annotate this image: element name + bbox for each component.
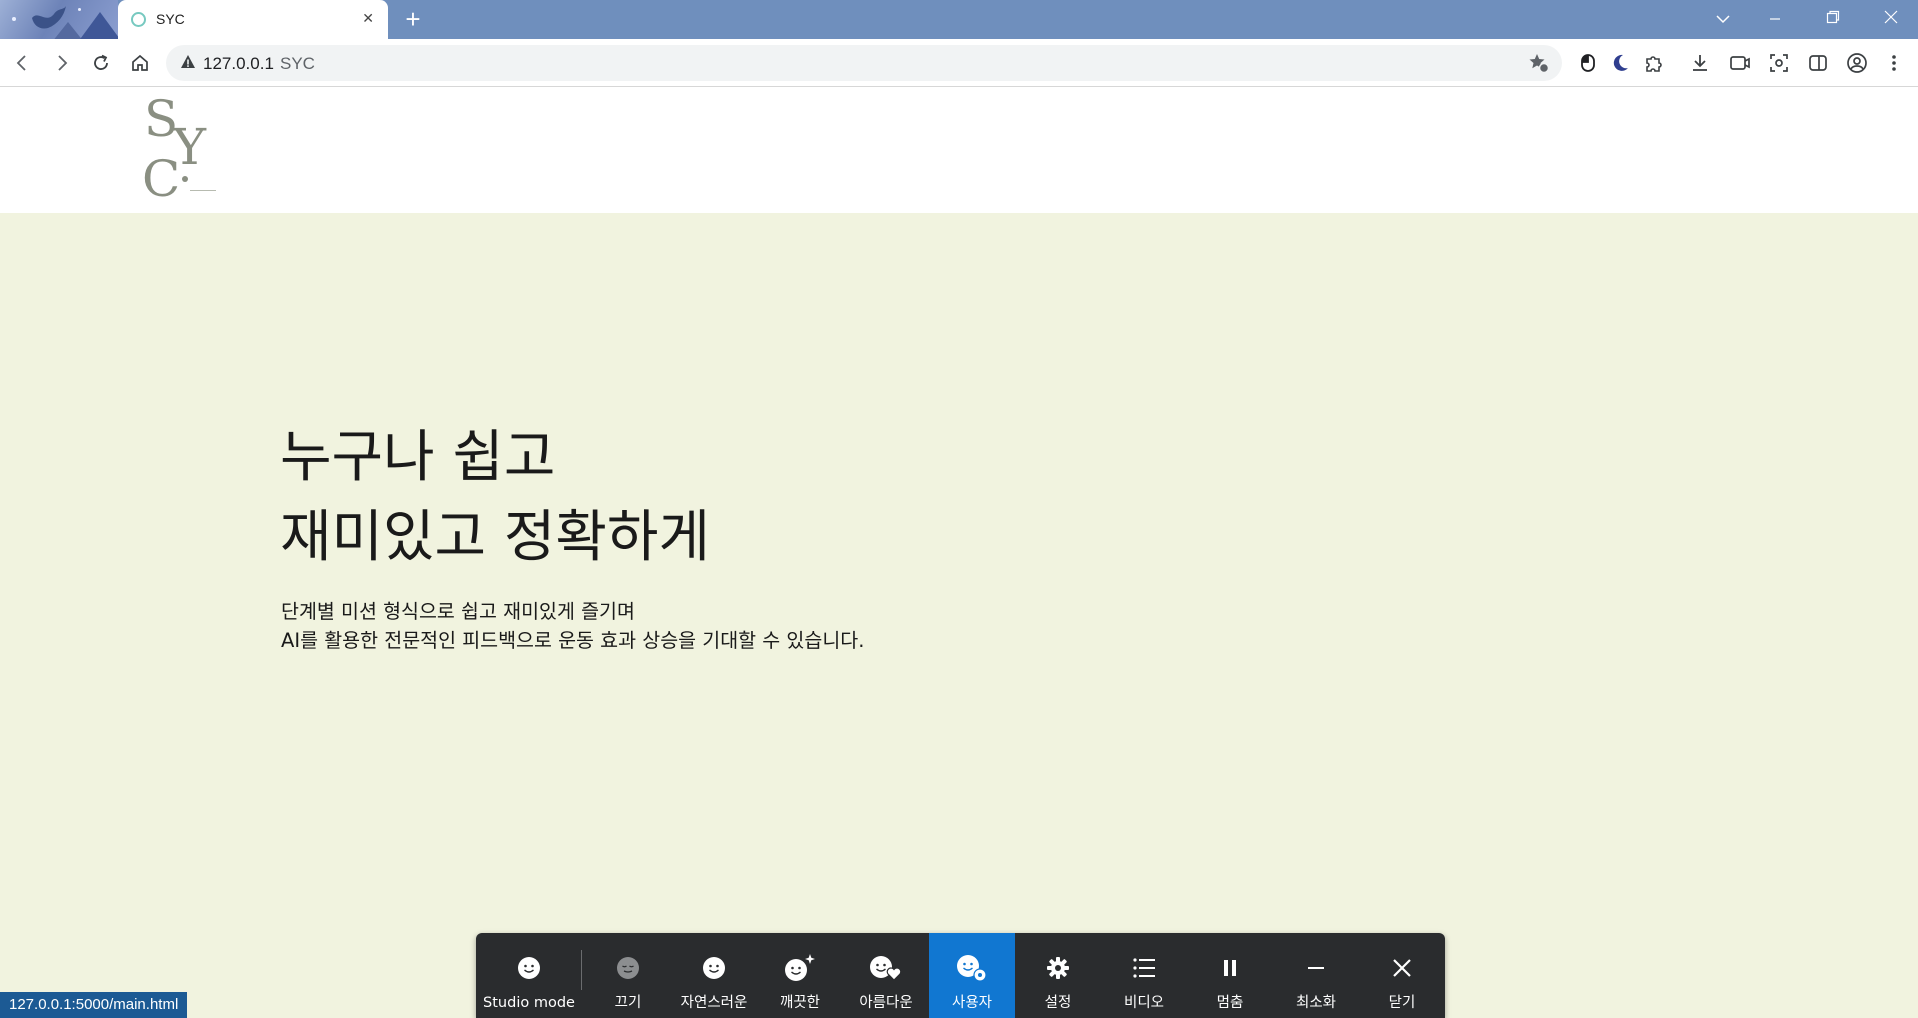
warning-icon bbox=[181, 55, 195, 68]
address-bar[interactable]: 127.0.0.1 SYC bbox=[166, 45, 1562, 81]
face-gear-icon bbox=[957, 955, 987, 982]
back-button[interactable] bbox=[6, 47, 38, 79]
tab-strip: SYC ✕ + bbox=[0, 0, 1918, 39]
side-panel-icon[interactable] bbox=[1802, 47, 1834, 79]
face-sleep-icon bbox=[617, 957, 639, 979]
close-icon bbox=[1884, 10, 1898, 24]
effect-beautiful-button[interactable]: 아름다운 bbox=[843, 933, 929, 1018]
thumbnail-star bbox=[78, 8, 81, 11]
hero-description: 단계별 미션 형식으로 쉽고 재미있게 즐기며 AI를 활용한 전문적인 피드백… bbox=[281, 597, 864, 655]
profile-icon[interactable] bbox=[1841, 47, 1873, 79]
arrow-left-icon bbox=[16, 55, 26, 71]
hero-title-line-2: 재미있고 정확하게 bbox=[280, 505, 710, 570]
window-thumbnail bbox=[0, 0, 118, 39]
cast-video-icon[interactable] bbox=[1724, 47, 1756, 79]
kebab-menu-icon[interactable] bbox=[1878, 47, 1910, 79]
minimize-icon bbox=[1770, 18, 1780, 20]
tab-title: SYC bbox=[156, 11, 185, 27]
loading-circle-icon bbox=[131, 12, 146, 27]
close-label: 닫기 bbox=[1388, 995, 1416, 1011]
link-status-bubble: 127.0.0.1:5000/main.html bbox=[0, 992, 188, 1018]
logo-rule bbox=[190, 190, 216, 191]
extension-dark-mode-icon[interactable] bbox=[1605, 47, 1637, 79]
window-close-button[interactable] bbox=[1868, 0, 1914, 39]
thumbnail-star bbox=[12, 17, 16, 21]
browser-toolbar: 127.0.0.1 SYC bbox=[0, 39, 1918, 87]
face-heart-icon bbox=[870, 956, 902, 981]
thumbnail-mountain bbox=[78, 12, 118, 39]
effect-custom-button[interactable]: 사용자 bbox=[929, 933, 1015, 1018]
reload-button[interactable] bbox=[85, 47, 117, 79]
face-smile-icon bbox=[518, 957, 540, 979]
hero-desc-line-2: AI를 활용한 전문적인 피드백으로 운동 효과 상승을 기대할 수 있습니다. bbox=[281, 629, 865, 652]
bookmark-star-icon[interactable] bbox=[1528, 52, 1550, 74]
tab-close-icon[interactable]: ✕ bbox=[362, 10, 374, 27]
home-button[interactable] bbox=[124, 47, 156, 79]
close-icon bbox=[1393, 959, 1411, 977]
toolbar-divider bbox=[581, 950, 582, 990]
arrow-right-icon bbox=[58, 55, 68, 71]
site-logo[interactable]: S Y C bbox=[140, 94, 220, 206]
screenshot-icon[interactable] bbox=[1763, 47, 1795, 79]
list-icon bbox=[1133, 958, 1155, 978]
gear-icon bbox=[1047, 957, 1069, 979]
restore-icon bbox=[1826, 10, 1840, 24]
tab-search-button[interactable] bbox=[1700, 0, 1746, 39]
hero-title-line-1: 누구나 쉽고 bbox=[280, 425, 556, 490]
logo-dot bbox=[182, 176, 188, 182]
hero-desc-line-1: 단계별 미션 형식으로 쉽고 재미있게 즐기며 bbox=[281, 600, 635, 623]
minimize-icon bbox=[1308, 967, 1324, 969]
studio-mode-label: Studio mode bbox=[483, 995, 575, 1011]
window-minimize-button[interactable] bbox=[1752, 0, 1798, 39]
effect-clean-button[interactable]: 깨끗한 bbox=[757, 933, 843, 1018]
chevron-down-icon bbox=[1716, 15, 1730, 24]
home-icon bbox=[132, 54, 148, 71]
close-toolbar-button[interactable]: 닫기 bbox=[1359, 933, 1445, 1018]
logo-letter-c: C bbox=[142, 150, 181, 208]
minimize-toolbar-button[interactable]: 최소화 bbox=[1273, 933, 1359, 1018]
settings-button[interactable]: 설정 bbox=[1015, 933, 1101, 1018]
video-list-button[interactable]: 비디오 bbox=[1101, 933, 1187, 1018]
bird-icon bbox=[32, 6, 66, 29]
hero-title: 누구나 쉽고 재미있고 정확하게 bbox=[280, 418, 710, 578]
url-page-title: SYC bbox=[280, 54, 315, 73]
effect-off-button[interactable]: 끄기 bbox=[585, 933, 671, 1018]
face-sparkle-icon bbox=[785, 954, 815, 981]
tab-syc[interactable]: SYC ✕ bbox=[118, 0, 388, 39]
camera-effects-toolbar: Studio mode 끄기 자연스러운 깨끗한 아름다운 사용자 설정 비디오… bbox=[476, 933, 1445, 1018]
effect-natural-button[interactable]: 자연스러운 bbox=[671, 933, 757, 1018]
pause-button[interactable]: 멈춤 bbox=[1187, 933, 1273, 1018]
pause-icon bbox=[1224, 960, 1236, 976]
reload-icon bbox=[94, 54, 108, 70]
new-tab-button[interactable]: + bbox=[398, 4, 428, 34]
extension-mouse-icon[interactable] bbox=[1572, 47, 1604, 79]
site-header: S Y C bbox=[0, 88, 1918, 213]
window-restore-button[interactable] bbox=[1810, 0, 1856, 39]
url-host: 127.0.0.1 bbox=[203, 54, 274, 73]
extensions-puzzle-icon[interactable] bbox=[1638, 47, 1670, 79]
face-smile-icon bbox=[703, 957, 725, 979]
forward-button[interactable] bbox=[46, 47, 78, 79]
studio-mode-button[interactable]: Studio mode bbox=[483, 933, 575, 1018]
download-icon[interactable] bbox=[1684, 47, 1716, 79]
